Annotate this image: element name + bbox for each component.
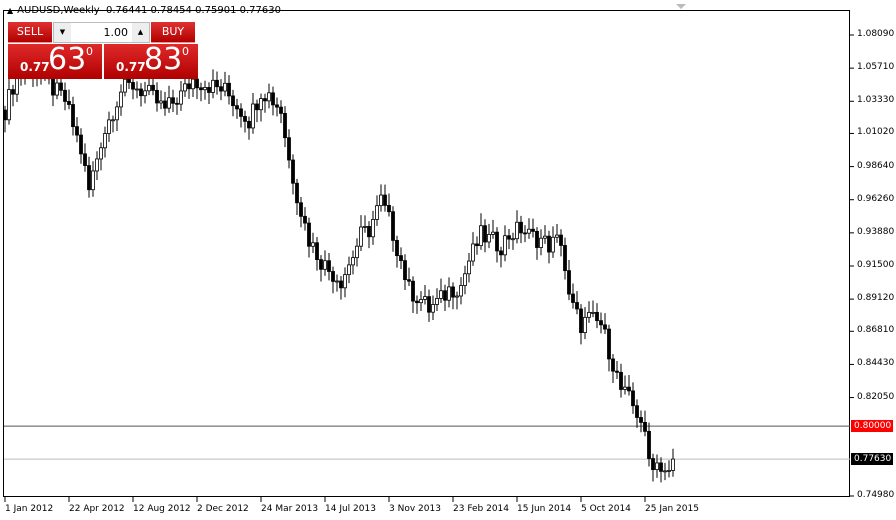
lot-size-input[interactable]: 1.00 <box>72 23 131 42</box>
x-tick-label: 12 Aug 2012 <box>133 504 191 514</box>
one-click-trading-panel: SELL ▼ 1.00 ▲ BUY 0.77 63 0 0.77 83 0 <box>8 22 198 79</box>
x-tick-label: 22 Apr 2012 <box>69 504 125 514</box>
y-tick-label: 0.89120 <box>857 293 895 304</box>
lot-size-stepper[interactable]: ▼ 1.00 ▲ <box>53 22 150 43</box>
buy-price-fraction: 0 <box>182 45 189 58</box>
increase-lots-icon[interactable]: ▲ <box>132 23 149 42</box>
chart-header: ▲ AUDUSD,Weekly 0.76441 0.78454 0.75901 0… <box>7 5 281 16</box>
y-tick-label: 1.05710 <box>857 62 895 73</box>
y-tick-label: 1.03330 <box>857 95 895 106</box>
y-tick-label: 0.91500 <box>857 259 895 270</box>
current-price-tag: 0.77630 <box>851 453 893 466</box>
buy-button[interactable]: BUY <box>151 22 195 43</box>
y-tick-label: 0.98640 <box>857 160 895 171</box>
y-tick-label: 0.74980 <box>857 490 895 500</box>
x-tick-label: 25 Jan 2015 <box>645 504 699 514</box>
chart-shift-marker-icon <box>676 4 686 9</box>
symbol-label: AUDUSD,Weekly <box>17 5 100 16</box>
y-tick-label: 0.86810 <box>857 325 895 336</box>
decrease-lots-icon[interactable]: ▼ <box>54 23 71 42</box>
x-tick-label: 3 Nov 2013 <box>389 504 441 514</box>
chart-area[interactable] <box>3 10 850 497</box>
y-tick-label: 0.84430 <box>857 358 895 369</box>
ohlc-values: 0.76441 0.78454 0.75901 0.77630 <box>106 5 281 16</box>
x-tick-label: 1 Jan 2012 <box>5 504 54 514</box>
sell-price-prefix: 0.77 <box>20 60 50 74</box>
buy-price-pips: 83 <box>144 42 183 77</box>
sell-price[interactable]: 0.77 63 0 <box>8 42 102 79</box>
y-tick-label: 0.96260 <box>857 193 895 204</box>
y-tick-label: 1.08090 <box>857 29 895 39</box>
buy-price-prefix: 0.77 <box>116 60 146 74</box>
y-tick-label: 0.93880 <box>857 226 895 237</box>
collapse-triangle-icon[interactable]: ▲ <box>7 6 13 15</box>
sell-button[interactable]: SELL <box>8 22 52 43</box>
x-tick-label: 24 Mar 2013 <box>261 504 319 514</box>
y-tick-label: 1.01020 <box>857 127 895 138</box>
x-tick-label: 2 Dec 2012 <box>197 504 249 514</box>
sell-price-pips: 63 <box>48 42 87 77</box>
sell-price-fraction: 0 <box>86 45 93 58</box>
y-tick-label: 0.82050 <box>857 391 895 402</box>
x-tick-label: 14 Jul 2013 <box>325 504 376 514</box>
x-tick-label: 15 Jun 2014 <box>517 504 572 514</box>
x-tick-label: 23 Feb 2014 <box>453 504 510 514</box>
buy-price[interactable]: 0.77 83 0 <box>104 42 198 79</box>
x-tick-label: 5 Oct 2014 <box>581 504 631 514</box>
alert-level-tag: 0.80000 <box>851 420 893 433</box>
